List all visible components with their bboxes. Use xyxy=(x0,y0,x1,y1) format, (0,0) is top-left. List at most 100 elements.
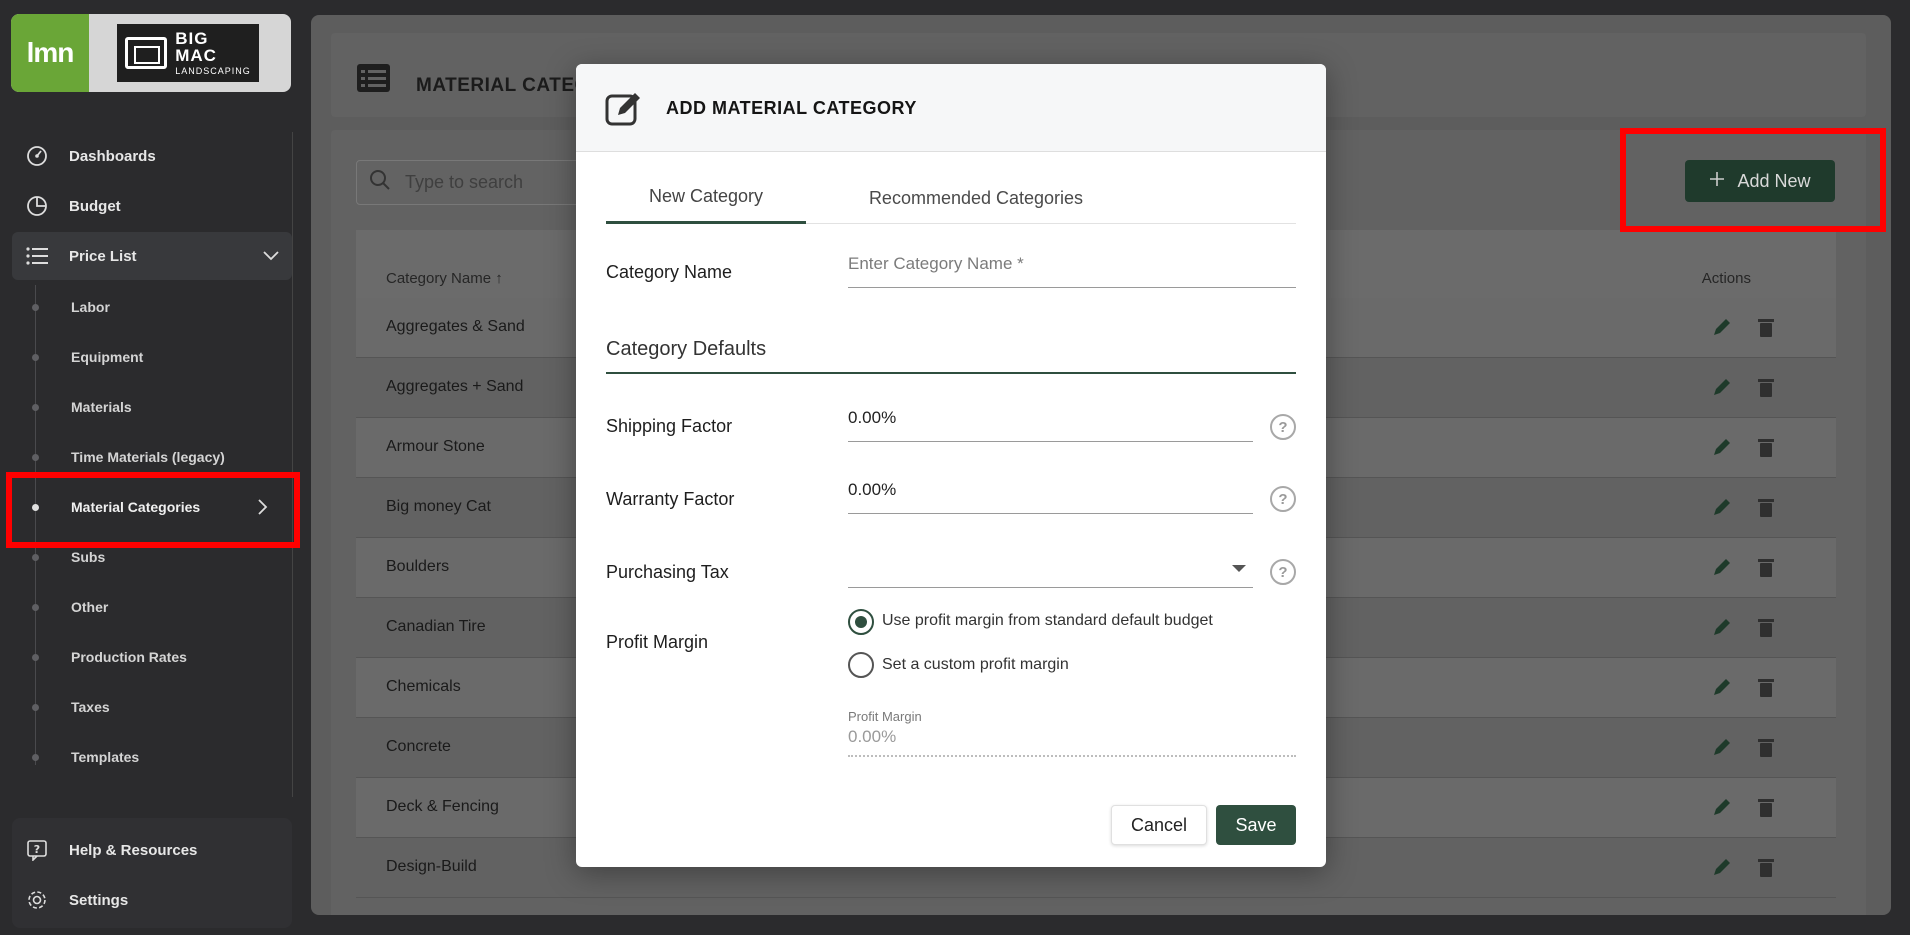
company-logo-text-bottom: LANDSCAPING xyxy=(175,66,251,76)
pencil-icon[interactable] xyxy=(1711,856,1733,883)
trash-icon[interactable] xyxy=(1756,616,1776,643)
logo-area: lmn BIG MAC LANDSCAPING xyxy=(11,14,291,92)
category-name-field[interactable]: Enter Category Name * xyxy=(848,254,1296,288)
pencil-icon[interactable] xyxy=(1711,796,1733,823)
edit-note-icon xyxy=(604,88,644,133)
sidebar-item-price-list[interactable]: Price List xyxy=(12,232,292,280)
dialog-tabs: New Category Recommended Categories xyxy=(606,172,1296,224)
pencil-icon[interactable] xyxy=(1711,616,1733,643)
sidebar-subitem-taxes[interactable]: Taxes xyxy=(12,684,292,730)
dashboard-icon xyxy=(24,143,50,169)
sidebar-subitem-label: Production Rates xyxy=(71,649,187,665)
dialog-header: ADD MATERIAL CATEGORY xyxy=(576,64,1326,152)
cancel-button[interactable]: Cancel xyxy=(1111,805,1207,845)
profit-margin-label: Profit Margin xyxy=(606,632,709,652)
sidebar-item-label: Dashboards xyxy=(69,147,156,165)
row-category-name: Aggregates + Sand xyxy=(386,378,524,395)
sidebar-subitem-labor[interactable]: Labor xyxy=(12,284,292,330)
pencil-icon[interactable] xyxy=(1711,556,1733,583)
column-header-category-name[interactable]: Category Name ↑ xyxy=(386,270,503,287)
sidebar-subitem-templates[interactable]: Templates xyxy=(12,734,292,780)
help-icon: ? xyxy=(24,837,50,863)
sidebar-subitem-label: Equipment xyxy=(71,349,144,365)
question-circle-icon[interactable]: ? xyxy=(1270,559,1296,585)
pencil-icon[interactable] xyxy=(1711,436,1733,463)
shipping-factor-label: Shipping Factor xyxy=(606,416,733,436)
pencil-icon[interactable] xyxy=(1711,736,1733,763)
search-input[interactable]: Type to search xyxy=(356,160,586,205)
purchasing-tax-select[interactable] xyxy=(848,554,1253,588)
gear-icon xyxy=(24,887,50,913)
sidebar-subitem-label: Templates xyxy=(71,749,140,765)
add-material-category-dialog: ADD MATERIAL CATEGORY New Category Recom… xyxy=(576,64,1326,867)
save-button[interactable]: Save xyxy=(1216,805,1296,845)
lmn-logo-text: lmn xyxy=(26,37,75,68)
chevron-down-icon[interactable] xyxy=(262,246,280,268)
sidebar-subitem-label: Labor xyxy=(71,299,110,315)
row-category-name: Concrete xyxy=(386,738,451,755)
trash-icon[interactable] xyxy=(1756,856,1776,883)
sidebar-subitem-equipment[interactable]: Equipment xyxy=(12,334,292,380)
sidebar-subitem-label: Taxes xyxy=(71,699,110,715)
warranty-factor-field[interactable]: 0.00% xyxy=(848,480,1253,514)
shipping-factor-value: 0.00% xyxy=(848,408,897,427)
trash-icon[interactable] xyxy=(1756,736,1776,763)
bullet-icon xyxy=(32,653,39,661)
dialog-title: ADD MATERIAL CATEGORY xyxy=(666,98,917,118)
search-icon xyxy=(369,169,391,196)
sidebar-item-label: Price List xyxy=(69,247,137,265)
sidebar-item-budget[interactable]: Budget xyxy=(12,182,292,230)
company-logo-text-mid: MAC xyxy=(175,46,217,65)
question-circle-icon[interactable]: ? xyxy=(1270,486,1296,512)
pencil-icon[interactable] xyxy=(1711,316,1733,343)
row-category-name: Armour Stone xyxy=(386,438,485,455)
shipping-factor-field[interactable]: 0.00% xyxy=(848,408,1253,442)
row-category-name: Chemicals xyxy=(386,678,461,695)
pencil-icon[interactable] xyxy=(1711,376,1733,403)
row-category-name: Aggregates & Sand xyxy=(386,318,525,335)
warranty-factor-value: 0.00% xyxy=(848,480,897,499)
company-logo-mark-icon xyxy=(125,37,168,69)
pencil-icon[interactable] xyxy=(1711,676,1733,703)
trash-icon[interactable] xyxy=(1756,676,1776,703)
highlight-material-categories xyxy=(6,472,300,548)
category-name-placeholder: Enter Category Name * xyxy=(848,254,1024,273)
question-circle-icon[interactable]: ? xyxy=(1270,414,1296,440)
trash-icon[interactable] xyxy=(1756,436,1776,463)
company-logo: BIG MAC LANDSCAPING xyxy=(117,24,259,82)
tab-recommended-categories[interactable]: Recommended Categories xyxy=(806,172,1146,224)
row-category-name: Big money Cat xyxy=(386,498,491,515)
column-header-label: Category Name xyxy=(386,270,492,287)
row-category-name: Deck & Fencing xyxy=(386,798,499,815)
trash-icon[interactable] xyxy=(1756,556,1776,583)
row-category-name: Design-Build xyxy=(386,858,477,875)
dropdown-caret-icon[interactable] xyxy=(1232,565,1246,572)
sort-arrow-up-icon: ↑ xyxy=(495,270,503,287)
sidebar-item-settings[interactable]: Settings xyxy=(12,876,292,924)
bullet-icon xyxy=(32,403,39,411)
sidebar-item-help-resources[interactable]: ? Help & Resources xyxy=(12,826,292,874)
radio-custom-profit-margin-label: Set a custom profit margin xyxy=(882,656,1069,673)
sidebar-subitem-label: Other xyxy=(71,599,109,615)
sidebar-item-label: Help & Resources xyxy=(69,841,198,859)
sidebar-subitem-other[interactable]: Other xyxy=(12,584,292,630)
bullet-icon xyxy=(32,753,39,761)
trash-icon[interactable] xyxy=(1756,376,1776,403)
company-logo-text-top: BIG xyxy=(175,29,209,48)
trash-icon[interactable] xyxy=(1756,496,1776,523)
radio-custom-profit-margin[interactable] xyxy=(848,652,874,678)
pencil-icon[interactable] xyxy=(1711,496,1733,523)
sidebar-subitem-label: Time Materials (legacy) xyxy=(71,449,225,465)
sidebar-subitem-production-rates[interactable]: Production Rates xyxy=(12,634,292,680)
sidebar-item-dashboards[interactable]: Dashboards xyxy=(12,132,292,180)
radio-default-profit-margin[interactable] xyxy=(848,609,874,635)
trash-icon[interactable] xyxy=(1756,796,1776,823)
trash-icon[interactable] xyxy=(1756,316,1776,343)
warranty-factor-label: Warranty Factor xyxy=(606,489,735,509)
bullet-icon xyxy=(32,553,39,561)
bullet-icon xyxy=(32,603,39,611)
sidebar-scrollbar[interactable] xyxy=(292,132,298,797)
sidebar-subitem-materials[interactable]: Materials xyxy=(12,384,292,430)
tab-new-category[interactable]: New Category xyxy=(606,172,806,224)
sidebar-item-label: Settings xyxy=(69,891,129,909)
